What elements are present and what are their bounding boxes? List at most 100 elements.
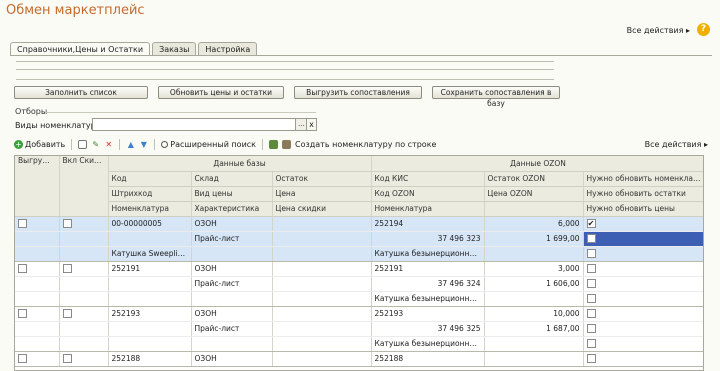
grid-cell[interactable]: [272, 246, 372, 262]
grid-cell[interactable]: [191, 291, 273, 307]
clear-icon[interactable]: x: [306, 118, 317, 131]
grid-cell[interactable]: Прайс-лист: [191, 231, 273, 247]
update-flag-cell[interactable]: [583, 231, 703, 247]
update-flag-cell[interactable]: [583, 261, 703, 277]
move-up-button[interactable]: ▲: [126, 140, 135, 149]
update-flag-checkbox[interactable]: [586, 234, 596, 244]
grid-cell[interactable]: 6,000: [484, 216, 584, 232]
help-icon[interactable]: ?: [697, 23, 710, 36]
table-row[interactable]: Катушка безынерционная S...: [15, 291, 703, 307]
table-row[interactable]: 00-00000005 ОЗОН 252194 6,000 ✔: [15, 216, 703, 232]
grid-cell[interactable]: 252191: [108, 261, 192, 277]
grid-cell[interactable]: 1 606,00: [484, 276, 584, 292]
discounts-checkbox[interactable]: [62, 219, 72, 229]
grid-cell[interactable]: [108, 231, 192, 247]
add-button[interactable]: + Добавить: [14, 139, 65, 149]
grid-cell[interactable]: 10,000: [484, 306, 584, 322]
structure-button[interactable]: [269, 139, 278, 149]
column-header[interactable]: [484, 201, 584, 217]
all-actions-menu[interactable]: Все действия ▸: [627, 26, 690, 35]
update-flag-cell[interactable]: [583, 321, 703, 337]
column-header[interactable]: Штрихкод: [108, 186, 192, 202]
update-flag-checkbox[interactable]: [586, 294, 596, 304]
grid-cell[interactable]: [272, 261, 372, 277]
tab-directories-prices[interactable]: Справочники,Цены и Остатки: [10, 42, 151, 55]
grid-cell[interactable]: 37 496 325: [371, 321, 485, 337]
update-flag-checkbox[interactable]: [586, 354, 596, 364]
grid-cell[interactable]: Катушка безынерционная S...: [371, 291, 485, 307]
grid-cell[interactable]: 252193: [371, 306, 485, 322]
column-header[interactable]: Нужно обновить номенклатуру: [583, 171, 703, 187]
create-by-row-button[interactable]: Создать номенклатуру по строке: [295, 140, 436, 149]
update-flag-cell[interactable]: [583, 306, 703, 322]
unload-mappings-button[interactable]: Выгрузить сопоставления: [294, 86, 422, 99]
grid-cell[interactable]: [108, 291, 192, 307]
column-header[interactable]: Код КИС: [371, 171, 485, 187]
table-row[interactable]: Прайс-лист 37 496 325 1 687,00: [15, 321, 703, 337]
column-header[interactable]: Нужно обновить остатки: [583, 186, 703, 202]
grid-cell[interactable]: [108, 276, 192, 292]
grid-cell[interactable]: [272, 291, 372, 307]
table-row[interactable]: 252188 ОЗОН 252188: [15, 351, 703, 367]
grid-cell[interactable]: [272, 216, 372, 232]
column-header[interactable]: Номенклатура: [108, 201, 192, 217]
update-flag-checkbox[interactable]: [586, 264, 596, 274]
grid-cell[interactable]: [272, 306, 372, 322]
table-row[interactable]: Катушка Sweepline E... Катушка безынерцио…: [15, 246, 703, 262]
column-header[interactable]: Цена: [272, 186, 372, 202]
grid-cell[interactable]: [191, 246, 273, 262]
column-header[interactable]: Склад: [191, 171, 273, 187]
save-mappings-button[interactable]: Сохранить сопоставления в базу: [432, 86, 560, 108]
grid-cell[interactable]: [272, 321, 372, 337]
grid-cell[interactable]: 252194: [371, 216, 485, 232]
column-header[interactable]: Вид цены: [191, 186, 273, 202]
update-flag-cell[interactable]: [583, 276, 703, 292]
grid-cell[interactable]: 3,000: [484, 261, 584, 277]
column-header[interactable]: Остаток OZON: [484, 171, 584, 187]
grid-cell[interactable]: 252188: [108, 351, 192, 367]
update-flag-checkbox[interactable]: [586, 309, 596, 319]
nomenclature-kinds-input[interactable]: ...: [92, 118, 308, 131]
col-export-header[interactable]: Выгружать: [15, 156, 60, 217]
delete-button[interactable]: ✕: [104, 140, 113, 149]
table-row[interactable]: 252191 ОЗОН 252191 3,000: [15, 261, 703, 277]
update-flag-checkbox[interactable]: [586, 279, 596, 289]
tab-settings[interactable]: Настройка: [198, 42, 258, 55]
report-button[interactable]: [282, 139, 291, 149]
discounts-checkbox[interactable]: [62, 264, 72, 274]
grid-cell[interactable]: 252191: [371, 261, 485, 277]
update-flag-cell[interactable]: [583, 351, 703, 367]
grid-cell[interactable]: 1 699,00: [484, 231, 584, 247]
table-row[interactable]: Катушка безынерционная S...: [15, 336, 703, 352]
grid-cell[interactable]: Прайс-лист: [191, 276, 273, 292]
update-flag-cell[interactable]: ✔: [583, 216, 703, 232]
export-checkbox[interactable]: [18, 309, 27, 319]
grid-cell[interactable]: [484, 336, 584, 352]
grid-cell[interactable]: [272, 276, 372, 292]
grid-cell[interactable]: 37 496 324: [371, 276, 485, 292]
column-header[interactable]: Характеристика: [191, 201, 273, 217]
grid-all-actions-menu[interactable]: Все действия ▸: [645, 140, 708, 149]
grid-cell[interactable]: 37 496 323: [371, 231, 485, 247]
grid-cell[interactable]: 252188: [371, 351, 485, 367]
update-flag-checkbox[interactable]: [586, 249, 596, 259]
col-discounts-header[interactable]: Вкл Скидки: [59, 156, 109, 217]
discounts-checkbox[interactable]: [62, 309, 72, 319]
grid-cell[interactable]: [108, 336, 192, 352]
grid-cell[interactable]: [191, 336, 273, 352]
table-row[interactable]: Прайс-лист 37 496 324 1 606,00: [15, 276, 703, 292]
column-header[interactable]: Код OZON: [371, 186, 485, 202]
grid-cell[interactable]: [108, 321, 192, 337]
grid-cell[interactable]: [272, 351, 372, 367]
column-header[interactable]: Нужно обновить цены: [583, 201, 703, 217]
table-row[interactable]: 252193 ОЗОН 252193 10,000: [15, 306, 703, 322]
products-grid[interactable]: Выгружать Вкл Скидки Данные базы Данные …: [14, 155, 704, 371]
column-header[interactable]: Код: [108, 171, 192, 187]
grid-cell[interactable]: ОЗОН: [191, 261, 273, 277]
update-prices-button[interactable]: Обновить цены и остатки: [158, 86, 284, 99]
grid-cell[interactable]: ОЗОН: [191, 306, 273, 322]
grid-cell[interactable]: ОЗОН: [191, 351, 273, 367]
grid-cell[interactable]: ОЗОН: [191, 216, 273, 232]
column-header[interactable]: Цена скидки: [272, 201, 372, 217]
update-flag-checkbox[interactable]: [586, 324, 596, 334]
